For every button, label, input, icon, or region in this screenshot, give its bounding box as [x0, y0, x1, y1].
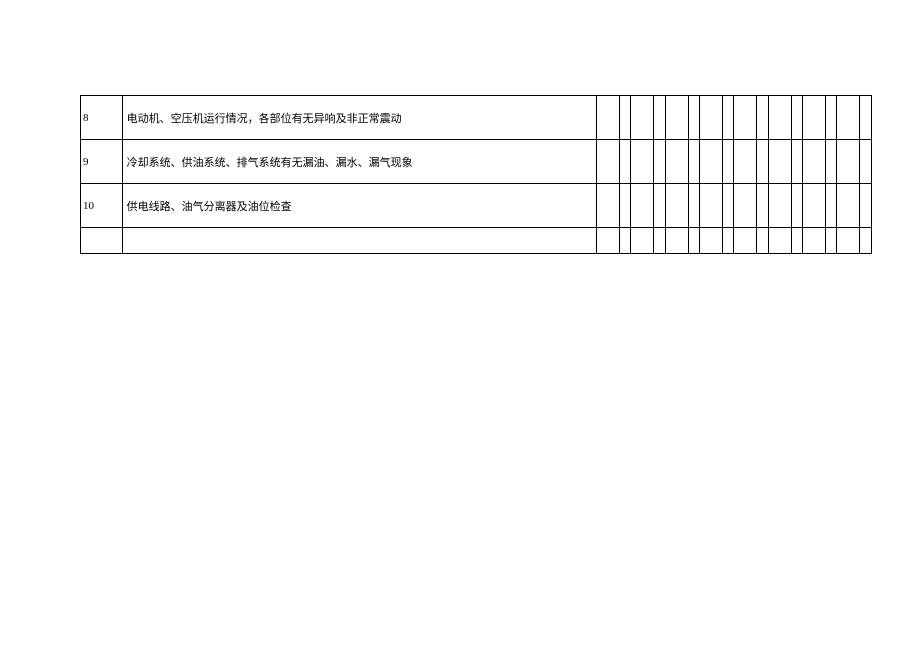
check-cell [596, 96, 619, 140]
check-cell [619, 140, 630, 184]
check-cell [860, 96, 872, 140]
check-cell [722, 228, 733, 254]
check-cell [768, 140, 791, 184]
row-description: 冷却系统、供油系统、排气系统有无漏油、漏水、漏气现象 [122, 140, 596, 184]
check-cell [768, 96, 791, 140]
check-cell [699, 96, 722, 140]
check-cell [654, 184, 665, 228]
row-description: 电动机、空压机运行情况，各部位有无异响及非正常震动 [122, 96, 596, 140]
check-cell [837, 184, 860, 228]
check-cell [596, 184, 619, 228]
check-cell [826, 140, 837, 184]
check-cell [837, 96, 860, 140]
check-cell [619, 184, 630, 228]
check-cell [699, 228, 722, 254]
check-cell [757, 96, 768, 140]
check-cell [688, 228, 699, 254]
row-number: 10 [81, 184, 123, 228]
check-cell [665, 228, 688, 254]
check-cell [734, 184, 757, 228]
row-description: 供电线路、油气分离器及油位检查 [122, 184, 596, 228]
check-cell [688, 184, 699, 228]
check-cell [665, 184, 688, 228]
check-cell [791, 96, 802, 140]
check-cell [654, 228, 665, 254]
check-cell [757, 140, 768, 184]
check-cell [803, 96, 826, 140]
check-cell [665, 140, 688, 184]
check-cell [654, 140, 665, 184]
check-cell [688, 96, 699, 140]
check-cell [768, 228, 791, 254]
check-cell [826, 184, 837, 228]
check-cell [596, 140, 619, 184]
table-row: 9 冷却系统、供油系统、排气系统有无漏油、漏水、漏气现象 [81, 140, 872, 184]
check-cell [631, 140, 654, 184]
check-cell [768, 184, 791, 228]
check-cell [665, 96, 688, 140]
inspection-table-container: 8 电动机、空压机运行情况，各部位有无异响及非正常震动 [80, 95, 872, 254]
check-cell [631, 184, 654, 228]
table-row: 10 供电线路、油气分离器及油位检查 [81, 184, 872, 228]
check-cell [688, 140, 699, 184]
check-cell [803, 184, 826, 228]
check-cell [722, 184, 733, 228]
check-cell [734, 228, 757, 254]
check-cell [631, 228, 654, 254]
check-cell [619, 228, 630, 254]
check-cell [826, 96, 837, 140]
table-row [81, 228, 872, 254]
check-cell [722, 96, 733, 140]
check-cell [837, 228, 860, 254]
check-cell [860, 184, 872, 228]
check-cell [596, 228, 619, 254]
row-number: 8 [81, 96, 123, 140]
check-cell [734, 140, 757, 184]
check-cell [803, 228, 826, 254]
check-cell [699, 140, 722, 184]
check-cell [619, 96, 630, 140]
row-description [122, 228, 596, 254]
row-number: 9 [81, 140, 123, 184]
check-cell [791, 228, 802, 254]
check-cell [757, 228, 768, 254]
check-cell [699, 184, 722, 228]
inspection-table: 8 电动机、空压机运行情况，各部位有无异响及非正常震动 [80, 95, 872, 254]
check-cell [734, 96, 757, 140]
check-cell [757, 184, 768, 228]
check-cell [654, 96, 665, 140]
check-cell [860, 140, 872, 184]
check-cell [722, 140, 733, 184]
row-number [81, 228, 123, 254]
check-cell [837, 140, 860, 184]
check-cell [860, 228, 872, 254]
check-cell [791, 140, 802, 184]
check-cell [826, 228, 837, 254]
table-row: 8 电动机、空压机运行情况，各部位有无异响及非正常震动 [81, 96, 872, 140]
check-cell [803, 140, 826, 184]
check-cell [791, 184, 802, 228]
check-cell [631, 96, 654, 140]
